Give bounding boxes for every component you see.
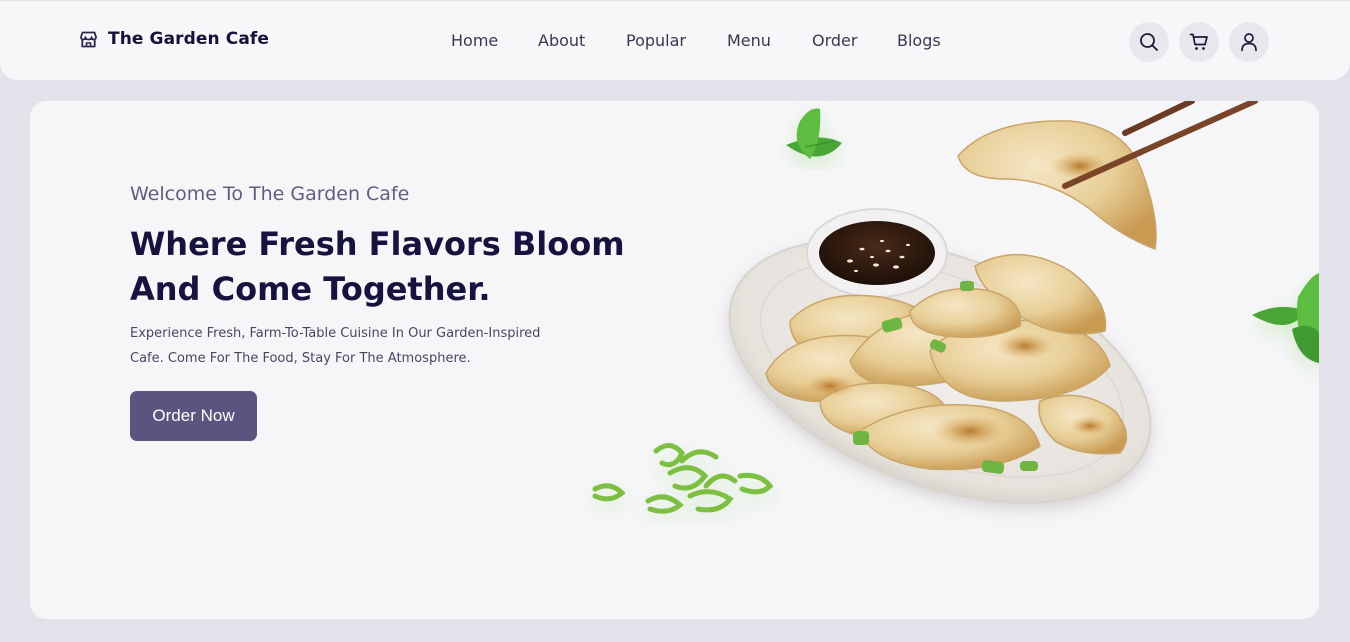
nav-menu[interactable]: Menu [727, 31, 771, 50]
hero-section: Welcome To The Garden Cafe Where Fresh F… [30, 101, 1319, 619]
search-icon [1140, 33, 1158, 51]
mint-leaf-right [1252, 273, 1319, 363]
nav-order[interactable]: Order [812, 31, 857, 50]
sauce-bowl [806, 208, 948, 298]
cart-button[interactable] [1179, 22, 1219, 62]
search-button[interactable] [1129, 22, 1169, 62]
chopstick-dumpling [957, 101, 1258, 251]
nav-popular[interactable]: Popular [626, 31, 686, 50]
dumplings-plate-image [592, 101, 1319, 514]
mint-leaf-top [786, 108, 842, 159]
nav-home[interactable]: Home [451, 31, 498, 50]
user-icon [1241, 33, 1257, 52]
account-button[interactable] [1229, 22, 1269, 62]
scallions [592, 443, 774, 514]
nav-about[interactable]: About [538, 31, 585, 50]
cart-icon [1189, 33, 1208, 50]
site-header: The Garden Cafe Home About Popular Menu … [0, 0, 1350, 80]
nav-blogs[interactable]: Blogs [897, 31, 941, 50]
